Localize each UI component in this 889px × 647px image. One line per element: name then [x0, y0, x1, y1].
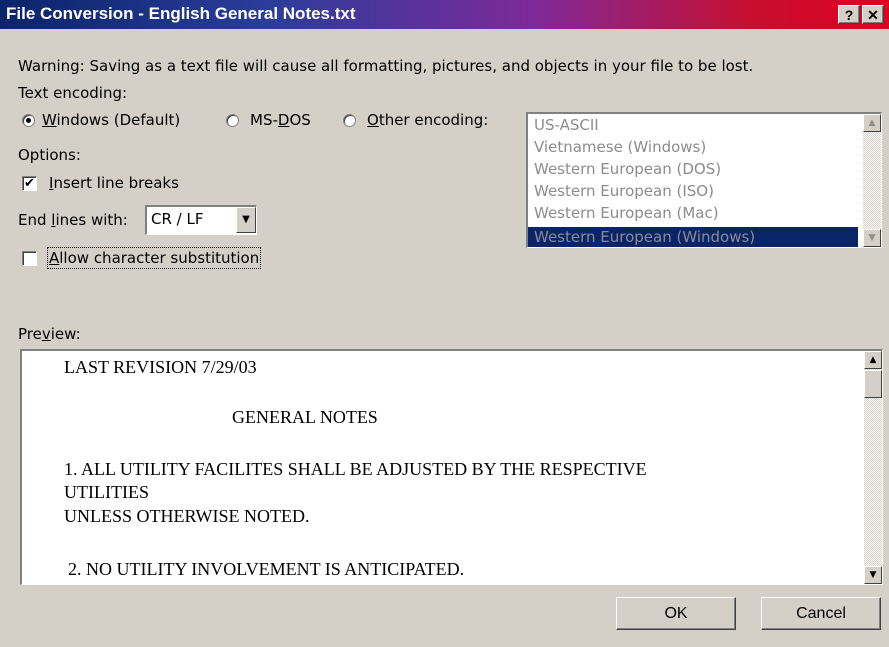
preview-line: GENERAL NOTES [232, 407, 378, 427]
scroll-up-button[interactable]: ▲ [864, 351, 882, 369]
list-item[interactable]: Western European (ISO) [534, 182, 714, 200]
title-bar[interactable]: File Conversion - English General Notes.… [0, 0, 889, 29]
list-item[interactable]: Western European (Mac) [534, 204, 719, 222]
warning-text: Warning: Saving as a text file will caus… [18, 57, 754, 75]
options-label: Options: [18, 146, 81, 164]
arrow-up-icon: ▲ [868, 118, 876, 128]
radio-button[interactable] [343, 114, 356, 127]
arrow-up-icon: ▲ [869, 355, 877, 365]
preview-line: 1. ALL UTILITY FACILITES SHALL BE ADJUST… [64, 459, 647, 479]
list-item-selected[interactable]: Western European (Windows) [534, 228, 755, 246]
radio-button[interactable] [226, 114, 239, 127]
arrow-down-icon: ▼ [869, 570, 877, 580]
list-item[interactable]: Western European (DOS) [534, 160, 721, 178]
radio-windows-default[interactable]: Windows (Default) [22, 111, 212, 133]
checkmark-icon: ✔ [24, 176, 35, 191]
end-lines-value: CR / LF [151, 210, 204, 228]
radio-button[interactable] [22, 114, 35, 127]
allow-substitution-label: Allow character substitution [46, 247, 262, 269]
radio-other-encoding[interactable]: Other encoding: [343, 111, 513, 133]
close-icon: ✕ [867, 7, 879, 23]
preview-line: LAST REVISION 7/29/03 [64, 357, 257, 377]
scroll-up-button[interactable]: ▲ [863, 114, 881, 132]
checkbox[interactable] [22, 251, 37, 266]
ok-button[interactable]: OK [616, 597, 736, 630]
listbox-scrollbar[interactable]: ▲ ▼ [863, 114, 881, 247]
arrow-down-icon: ▼ [868, 233, 876, 243]
list-item[interactable]: US-ASCII [534, 116, 599, 134]
insert-line-breaks-label: Insert line breaks [49, 174, 179, 192]
scroll-thumb[interactable] [864, 370, 882, 398]
scroll-down-button[interactable]: ▼ [864, 566, 882, 584]
window-title: File Conversion - English General Notes.… [6, 4, 356, 23]
radio-ms-dos[interactable]: MS-DOS [226, 111, 326, 133]
radio-msdos-label: MS-DOS [250, 111, 311, 129]
close-button[interactable]: ✕ [862, 5, 884, 24]
dropdown-button[interactable]: ▼ [236, 207, 256, 233]
preview-line: UTILITIES [64, 482, 149, 502]
text-encoding-label: Text encoding: [18, 84, 128, 102]
end-lines-dropdown[interactable]: CR / LF ▼ [145, 205, 257, 235]
chevron-down-icon: ▼ [242, 214, 250, 225]
checkbox[interactable]: ✔ [22, 176, 37, 191]
list-item[interactable]: Vietnamese (Windows) [534, 138, 706, 156]
cancel-button[interactable]: Cancel [761, 597, 881, 630]
allow-substitution-checkbox[interactable]: Allow character substitution [22, 247, 284, 271]
preview-label: Preview: [18, 325, 81, 343]
preview-line: UNLESS OTHERWISE NOTED. [64, 506, 310, 526]
scroll-down-button[interactable]: ▼ [863, 229, 881, 247]
radio-selected-dot [26, 118, 31, 123]
radio-other-label: Other encoding: [367, 111, 489, 129]
preview-scrollbar[interactable]: ▲ ▼ [864, 351, 882, 584]
preview-line: 2. NO UTILITY INVOLVEMENT IS ANTICIPATED… [68, 559, 465, 579]
preview-pane[interactable]: LAST REVISION 7/29/03 GENERAL NOTES 1. A… [20, 349, 883, 585]
radio-windows-label: Windows (Default) [42, 111, 181, 129]
help-button[interactable]: ? [838, 5, 860, 24]
encoding-listbox[interactable]: US-ASCII Vietnamese (Windows) Western Eu… [526, 112, 882, 248]
insert-line-breaks-checkbox[interactable]: ✔ Insert line breaks [22, 174, 202, 196]
end-lines-label: End lines with: [18, 211, 128, 229]
